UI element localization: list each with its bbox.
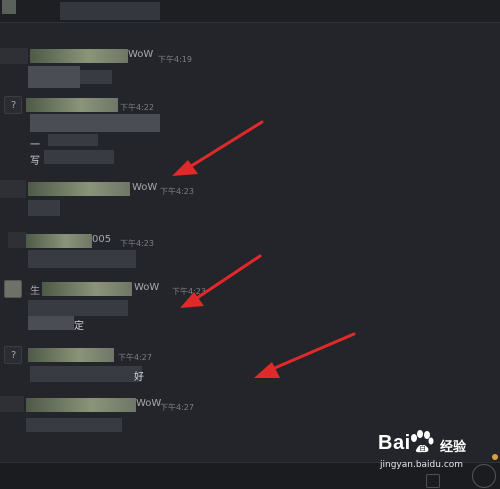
pixelated-content: [80, 70, 112, 84]
message-time: 下午4:23: [120, 239, 154, 248]
paw-icon: 百: [411, 430, 434, 453]
sender-name[interactable]: [26, 398, 136, 412]
sender-name-prefix: 生: [30, 286, 40, 297]
message-text: 一: [30, 140, 40, 151]
chat-message-list[interactable]: WoW 下午4:19 ? 下午4:22 一 写 WoW 下午4:23 005 下…: [0, 22, 500, 462]
avatar[interactable]: ?: [4, 96, 22, 114]
window-button[interactable]: [426, 474, 440, 488]
pixelated-content: [48, 134, 98, 146]
red-arrow-icon: [254, 332, 356, 378]
sender-name[interactable]: [28, 182, 130, 196]
sender-name-suffix: WoW: [134, 282, 160, 293]
top-bar: [0, 0, 500, 23]
avatar[interactable]: [4, 280, 22, 298]
message-time: 下午4:27: [160, 403, 194, 412]
sender-name-suffix: WoW: [128, 49, 154, 60]
message-time: 下午4:22: [120, 103, 154, 112]
pixelated-content: [44, 150, 114, 164]
message-text: 好: [134, 372, 144, 383]
pixelated-avatar: [8, 232, 26, 248]
question-mark-icon: ?: [11, 100, 17, 111]
chat-message: WoW 下午4:19: [0, 44, 500, 94]
avatar[interactable]: [2, 0, 16, 14]
pixelated-avatar: [0, 48, 28, 64]
watermark-logo-char: 百: [419, 444, 426, 452]
pixelated-content: [26, 418, 122, 432]
message-time: 下午4:19: [158, 55, 192, 64]
sender-name-suffix: WoW: [132, 182, 158, 193]
pixelated-content: [28, 250, 136, 268]
message-time: 下午4:23: [160, 187, 194, 196]
pixelated-avatar: [0, 396, 24, 412]
question-mark-icon: ?: [11, 350, 17, 361]
emoji-button[interactable]: [472, 464, 496, 488]
watermark-url: jingyan.baidu.com: [380, 460, 464, 470]
watermark-name: 经验: [440, 440, 467, 455]
sender-name-suffix: WoW: [136, 398, 162, 409]
sender-name[interactable]: [26, 98, 118, 112]
pixelated-content: [30, 366, 142, 382]
baidu-jingyan-watermark: Bai 百 经验 jingyan.baidu.com: [378, 430, 470, 476]
pixelated-content: [28, 316, 74, 330]
sender-name[interactable]: [28, 348, 114, 362]
pixelated-name: [60, 2, 160, 20]
red-arrow-icon: [180, 254, 262, 308]
sender-name-suffix: 005: [92, 234, 112, 245]
sender-name[interactable]: [42, 282, 132, 296]
pixelated-content: [30, 114, 160, 132]
message-text: 写: [30, 156, 40, 167]
pixelated-content: [28, 66, 80, 88]
sender-name[interactable]: [30, 49, 128, 63]
red-arrow-icon: [172, 120, 264, 176]
sender-name[interactable]: [26, 234, 92, 248]
pixelated-content: [28, 200, 60, 216]
avatar[interactable]: ?: [4, 346, 22, 364]
pixelated-content: [28, 300, 128, 316]
pixelated-avatar: [0, 180, 26, 198]
chat-message: WoW 下午4:23: [0, 174, 500, 224]
notification-dot: [492, 454, 498, 460]
message-time: 下午4:27: [118, 353, 152, 362]
message-text: 定: [74, 321, 84, 332]
watermark-logo-text: Bai: [378, 432, 411, 454]
